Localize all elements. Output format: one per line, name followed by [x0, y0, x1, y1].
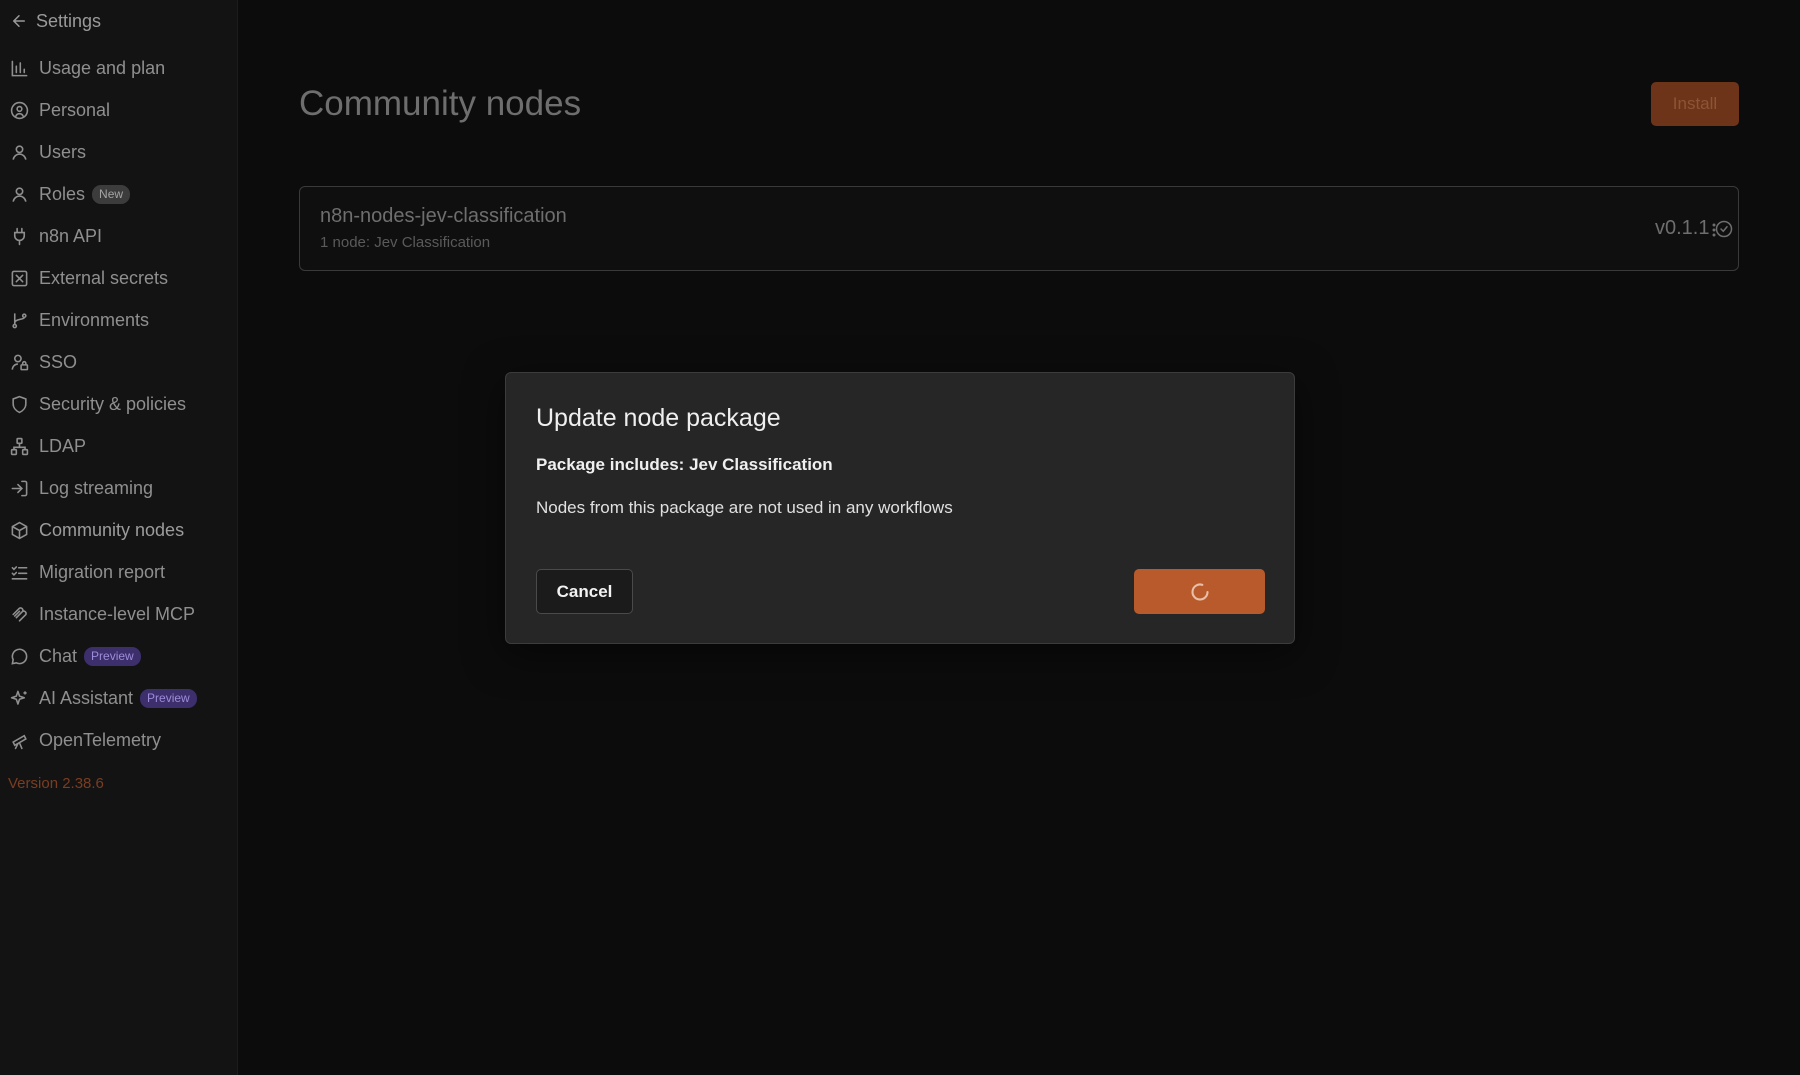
sidebar-item-external-secrets[interactable]: External secrets — [0, 257, 237, 299]
sidebar-item-n8n-api[interactable]: n8n API — [0, 215, 237, 257]
git-branch-icon — [10, 311, 29, 330]
sidebar-item-community-nodes[interactable]: Community nodes — [0, 509, 237, 551]
sidebar-item-opentelemetry[interactable]: OpenTelemetry — [0, 719, 237, 761]
sidebar-item-label: n8n API — [39, 225, 103, 246]
modal-note: Nodes from this package are not used in … — [536, 498, 953, 517]
user-icon — [10, 185, 29, 204]
update-package-modal: Update node package Package includes: Je… — [505, 372, 1295, 644]
sidebar-item-instance-mcp[interactable]: Instance-level MCP — [0, 593, 237, 635]
square-x-icon — [10, 269, 29, 288]
cancel-button[interactable]: Cancel — [536, 569, 633, 614]
sidebar-item-security-policies[interactable]: Security & policies — [0, 383, 237, 425]
app: Settings Usage and plan Personal Users R… — [0, 0, 1800, 1075]
sidebar-item-ai-assistant[interactable]: AI Assistant Preview — [0, 677, 237, 719]
telescope-icon — [10, 731, 29, 750]
confirm-update-button[interactable] — [1134, 569, 1265, 614]
sidebar-item-label: Roles — [39, 183, 86, 204]
sidebar-item-label: Instance-level MCP — [39, 603, 196, 624]
sidebar-item-migration-report[interactable]: Migration report — [0, 551, 237, 593]
bar-chart-icon — [10, 59, 29, 78]
sidebar-item-users[interactable]: Users — [0, 131, 237, 173]
sidebar-item-ldap[interactable]: LDAP — [0, 425, 237, 467]
sidebar-item-environments[interactable]: Environments — [0, 299, 237, 341]
network-icon — [10, 437, 29, 456]
version-label: Version 2.38.6 — [8, 775, 104, 792]
sidebar-item-label: Security & policies — [39, 393, 187, 414]
sidebar-item-chat[interactable]: Chat Preview — [0, 635, 237, 677]
list-checks-icon — [10, 563, 29, 582]
sidebar-item-log-streaming[interactable]: Log streaming — [0, 467, 237, 509]
sidebar-item-usage[interactable]: Usage and plan — [0, 47, 237, 89]
package-name: n8n-nodes-jev-classification — [320, 205, 567, 227]
sidebar-item-label: Chat — [39, 645, 78, 666]
preview-badge: Preview — [140, 688, 197, 708]
sidebar-item-label: SSO — [39, 351, 78, 372]
plug-icon — [10, 227, 29, 246]
sparkles-icon — [10, 689, 29, 708]
sidebar-item-label: Community nodes — [39, 519, 185, 540]
loading-spinner-icon — [1191, 582, 1209, 601]
shield-icon — [10, 395, 29, 414]
sidebar-item-sso[interactable]: SSO — [0, 341, 237, 383]
back-label: Settings — [36, 10, 102, 31]
package-subtitle: 1 node: Jev Classification — [320, 234, 491, 251]
message-circle-icon — [10, 647, 29, 666]
log-in-icon — [10, 479, 29, 498]
install-button[interactable]: Install — [1651, 82, 1739, 126]
settings-nav: Usage and plan Personal Users Roles New … — [0, 47, 237, 761]
sidebar-item-label: LDAP — [39, 435, 87, 456]
back-to-settings[interactable]: Settings — [0, 0, 237, 42]
sidebar-item-personal[interactable]: Personal — [0, 89, 237, 131]
box-icon — [10, 521, 29, 540]
sidebar-item-label: Migration report — [39, 561, 166, 582]
modal-title: Update node package — [536, 404, 781, 432]
sidebar-item-label: AI Assistant — [39, 687, 134, 708]
mcp-icon — [10, 605, 29, 624]
sidebar-item-roles[interactable]: Roles New — [0, 173, 237, 215]
sidebar-item-label: Environments — [39, 309, 150, 330]
user-lock-icon — [10, 353, 29, 372]
preview-badge: Preview — [84, 646, 141, 666]
new-badge: New — [92, 184, 131, 204]
user-icon — [10, 143, 29, 162]
page-title: Community nodes — [299, 84, 582, 123]
sidebar-item-label: OpenTelemetry — [39, 729, 162, 750]
sidebar-item-label: Usage and plan — [39, 57, 166, 78]
modal-includes: Package includes: Jev Classification — [536, 455, 833, 474]
sidebar-item-label: Users — [39, 141, 87, 162]
arrow-left-icon — [13, 15, 25, 27]
user-circle-icon — [10, 101, 29, 120]
settings-sidebar: Settings Usage and plan Personal Users R… — [0, 0, 238, 1075]
sidebar-item-label: External secrets — [39, 267, 169, 288]
sidebar-item-label: Log streaming — [39, 477, 154, 498]
package-card: n8n-nodes-jev-classification 1 node: Jev… — [299, 186, 1739, 271]
package-menu-button[interactable] — [1702, 218, 1726, 242]
more-vertical-icon — [1712, 223, 1716, 237]
sidebar-item-label: Personal — [39, 99, 111, 120]
